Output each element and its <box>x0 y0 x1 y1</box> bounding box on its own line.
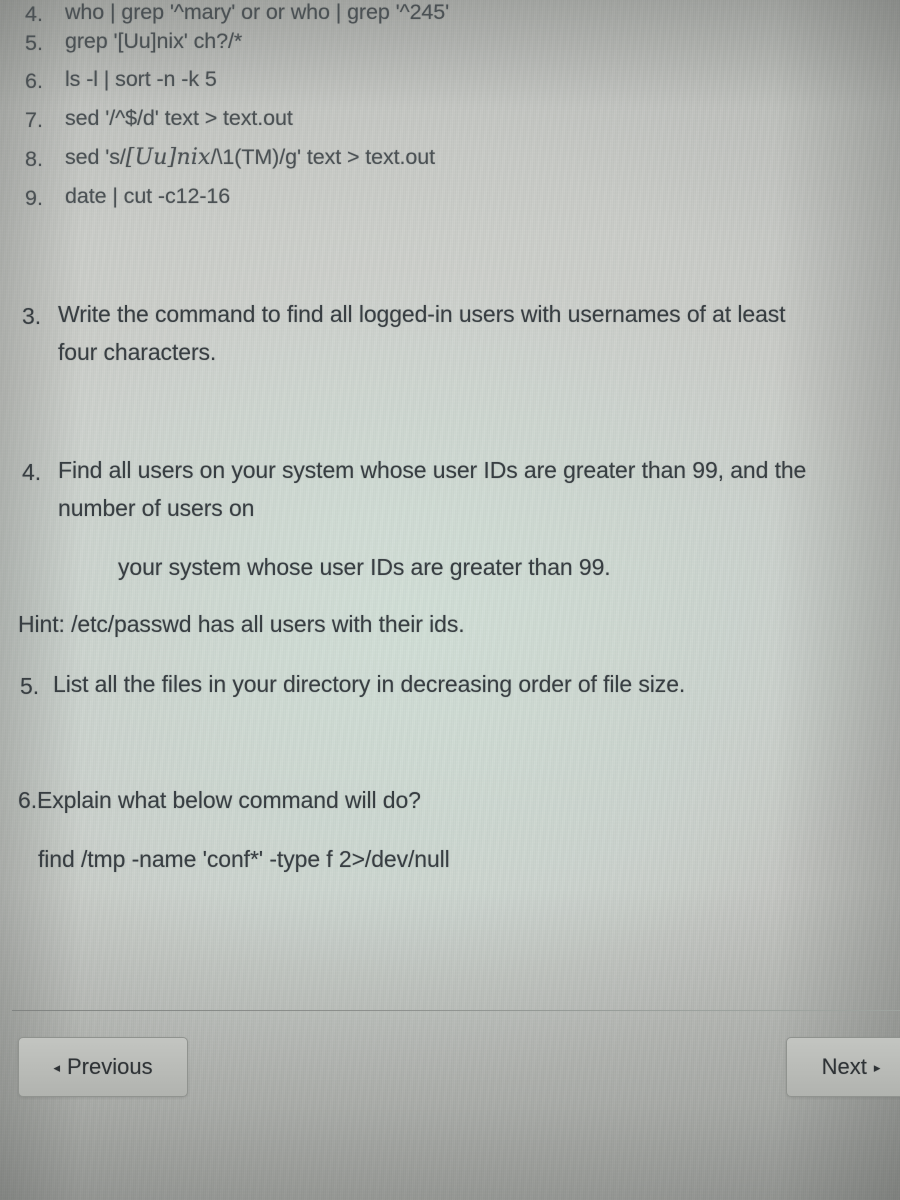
command-text-suffix: /\1(TM)/g' text > text.out <box>210 145 436 169</box>
question-3-line-2: four characters. <box>58 339 217 365</box>
page-content: 4. who | grep '^mary' or or who | grep '… <box>0 0 900 1200</box>
question-5-number: 5. <box>20 673 40 699</box>
question-3-number: 3. <box>22 303 42 329</box>
question-4-line-1: Find all users on your system whose user… <box>58 457 807 483</box>
command-item-number: 7. <box>25 108 43 132</box>
next-button[interactable]: Next ▸ <box>786 1037 900 1097</box>
question-6-prompt: 6.Explain what below command will do? <box>18 787 421 813</box>
quiz-page: 4. who | grep '^mary' or or who | grep '… <box>0 0 900 1200</box>
left-arrow-icon: ◂ <box>53 1059 60 1075</box>
command-text-prefix: sed 's/ <box>65 145 126 169</box>
command-item-text: grep '[Uu]nix' ch?/* <box>65 29 243 53</box>
command-item-number: 5. <box>25 31 43 55</box>
command-item-text: sed 's/[Uu]nix/\1(TM)/g' text > text.out <box>65 145 436 170</box>
command-item-text: who | grep '^mary' or or who | grep '^24… <box>65 0 450 24</box>
command-text-math: [Uu]nix <box>125 145 211 170</box>
hint-text: Hint: /etc/passwd has all users with the… <box>18 611 465 637</box>
previous-button[interactable]: ◂ Previous <box>18 1037 188 1097</box>
question-4-continuation: your system whose user IDs are greater t… <box>118 554 611 580</box>
command-item-text: date | cut -c12-16 <box>65 184 231 208</box>
question-4-line-2: number of users on <box>58 495 255 521</box>
right-arrow-icon: ▸ <box>873 1059 881 1075</box>
command-item-number: 4. <box>25 2 43 26</box>
footer-divider <box>12 1010 900 1011</box>
question-6-command: find /tmp -name 'conf*' -type f 2>/dev/n… <box>38 846 450 872</box>
command-item-text: sed '/^$/d' text > text.out <box>65 106 293 130</box>
question-4-number: 4. <box>22 459 42 485</box>
command-item-number: 8. <box>25 147 43 171</box>
question-5-text: List all the files in your directory in … <box>53 671 686 697</box>
next-button-label: Next <box>821 1054 867 1079</box>
command-item-number: 9. <box>25 186 43 210</box>
command-item-number: 6. <box>25 69 43 93</box>
question-3-line-1: Write the command to find all logged-in … <box>58 301 786 327</box>
command-item-text: ls -l | sort -n -k 5 <box>65 67 217 91</box>
previous-button-label: Previous <box>66 1054 153 1079</box>
